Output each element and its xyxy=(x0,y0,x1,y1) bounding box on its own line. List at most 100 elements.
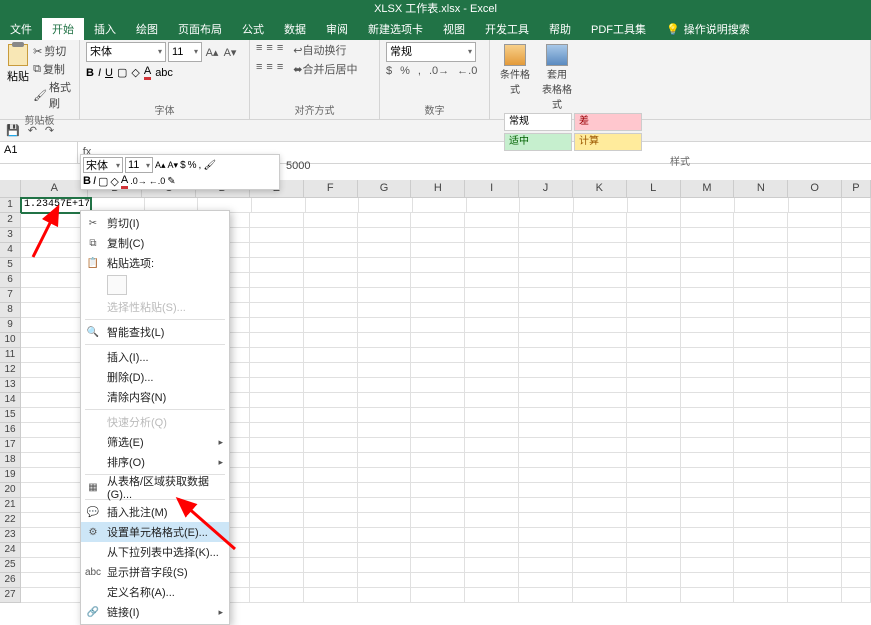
cell[interactable] xyxy=(304,258,358,273)
cell[interactable] xyxy=(627,228,681,243)
row-header[interactable]: 13 xyxy=(0,378,21,393)
cell[interactable] xyxy=(519,273,573,288)
decrease-decimal-icon[interactable]: ←.0 xyxy=(457,65,477,77)
select-all-corner[interactable] xyxy=(0,180,21,198)
col-header-P[interactable]: P xyxy=(842,180,871,198)
cell[interactable] xyxy=(304,423,358,438)
cell[interactable] xyxy=(627,573,681,588)
number-format-combo[interactable]: 常规▾ xyxy=(386,42,476,62)
cell[interactable] xyxy=(21,438,88,453)
paste-button[interactable]: 粘贴 xyxy=(6,42,30,112)
cell[interactable] xyxy=(573,543,627,558)
cell[interactable] xyxy=(842,258,871,273)
cell[interactable] xyxy=(627,408,681,423)
cell[interactable] xyxy=(788,228,842,243)
cell[interactable] xyxy=(734,423,788,438)
tab-formulas[interactable]: 公式 xyxy=(232,18,274,40)
merge-button[interactable]: ⬌合并后居中 xyxy=(293,61,357,77)
row-header[interactable]: 22 xyxy=(0,513,21,528)
increase-font-icon[interactable]: A▴ xyxy=(204,44,220,60)
cell[interactable] xyxy=(359,198,413,213)
cell[interactable] xyxy=(788,273,842,288)
cell[interactable] xyxy=(465,288,519,303)
col-header-M[interactable]: M xyxy=(681,180,735,198)
cell[interactable] xyxy=(465,333,519,348)
cell[interactable] xyxy=(627,333,681,348)
cell[interactable] xyxy=(358,273,412,288)
cell[interactable] xyxy=(411,453,465,468)
tab-help[interactable]: 帮助 xyxy=(539,18,581,40)
cell[interactable] xyxy=(413,198,467,213)
increase-decimal-icon[interactable]: .0→ xyxy=(429,65,449,77)
cell[interactable] xyxy=(465,303,519,318)
cell[interactable] xyxy=(627,258,681,273)
cell[interactable] xyxy=(21,588,88,603)
accounting-button[interactable]: $ xyxy=(386,65,392,77)
cell[interactable] xyxy=(788,513,842,528)
cell[interactable] xyxy=(681,498,735,513)
cell[interactable] xyxy=(734,303,788,318)
cell[interactable] xyxy=(465,588,519,603)
mini-bold-button[interactable]: B xyxy=(83,175,91,187)
bold-button[interactable]: B xyxy=(86,67,94,79)
cell[interactable] xyxy=(519,468,573,483)
cell[interactable] xyxy=(627,348,681,363)
cell[interactable] xyxy=(519,213,573,228)
cell[interactable] xyxy=(681,453,735,468)
cell[interactable] xyxy=(519,528,573,543)
mini-decrease-font-icon[interactable]: A▾ xyxy=(168,160,179,171)
tab-file[interactable]: 文件 xyxy=(0,18,42,40)
cell[interactable] xyxy=(627,498,681,513)
cell[interactable] xyxy=(250,333,304,348)
cell[interactable] xyxy=(465,513,519,528)
cell-style-bad[interactable]: 差 xyxy=(574,113,642,131)
cell[interactable] xyxy=(573,408,627,423)
cell[interactable] xyxy=(304,438,358,453)
cell[interactable] xyxy=(465,243,519,258)
cell[interactable] xyxy=(681,318,735,333)
paste-option-default[interactable] xyxy=(107,275,127,295)
cell[interactable] xyxy=(465,453,519,468)
cell[interactable] xyxy=(681,393,735,408)
cell[interactable] xyxy=(734,453,788,468)
cell[interactable] xyxy=(411,483,465,498)
mini-brush-icon[interactable]: 🖌 xyxy=(203,160,216,171)
mini-border-button[interactable]: ▢ xyxy=(98,175,108,188)
ctx-filter[interactable]: 筛选(E)▸ xyxy=(81,432,229,452)
cell[interactable] xyxy=(573,423,627,438)
cell[interactable] xyxy=(842,438,871,453)
cell[interactable] xyxy=(250,348,304,363)
cell[interactable] xyxy=(465,258,519,273)
row-header[interactable]: 18 xyxy=(0,453,21,468)
cell[interactable] xyxy=(842,288,871,303)
cell[interactable] xyxy=(573,303,627,318)
cell[interactable] xyxy=(788,303,842,318)
cell[interactable] xyxy=(411,288,465,303)
cell-style-good[interactable]: 适中 xyxy=(504,133,572,151)
cell[interactable] xyxy=(519,303,573,318)
cut-button[interactable]: ✂剪切 xyxy=(32,42,73,60)
cell[interactable] xyxy=(21,348,88,363)
row-header[interactable]: 16 xyxy=(0,423,21,438)
cell[interactable] xyxy=(250,303,304,318)
cell[interactable] xyxy=(519,258,573,273)
cell[interactable] xyxy=(465,558,519,573)
cell[interactable] xyxy=(573,528,627,543)
cell[interactable] xyxy=(734,513,788,528)
cell[interactable] xyxy=(304,243,358,258)
wrap-text-button[interactable]: ↩自动换行 xyxy=(293,42,346,58)
cell[interactable] xyxy=(842,348,871,363)
row-header[interactable]: 4 xyxy=(0,243,21,258)
cell[interactable] xyxy=(358,468,412,483)
cell[interactable] xyxy=(734,573,788,588)
cell[interactable] xyxy=(681,528,735,543)
underline-button[interactable]: U xyxy=(105,67,113,79)
row-header[interactable]: 15 xyxy=(0,408,21,423)
cell[interactable] xyxy=(250,468,304,483)
cell[interactable] xyxy=(734,363,788,378)
cell[interactable] xyxy=(304,468,358,483)
cell[interactable] xyxy=(573,513,627,528)
cell[interactable] xyxy=(734,243,788,258)
row-header[interactable]: 11 xyxy=(0,348,21,363)
cell[interactable] xyxy=(627,513,681,528)
